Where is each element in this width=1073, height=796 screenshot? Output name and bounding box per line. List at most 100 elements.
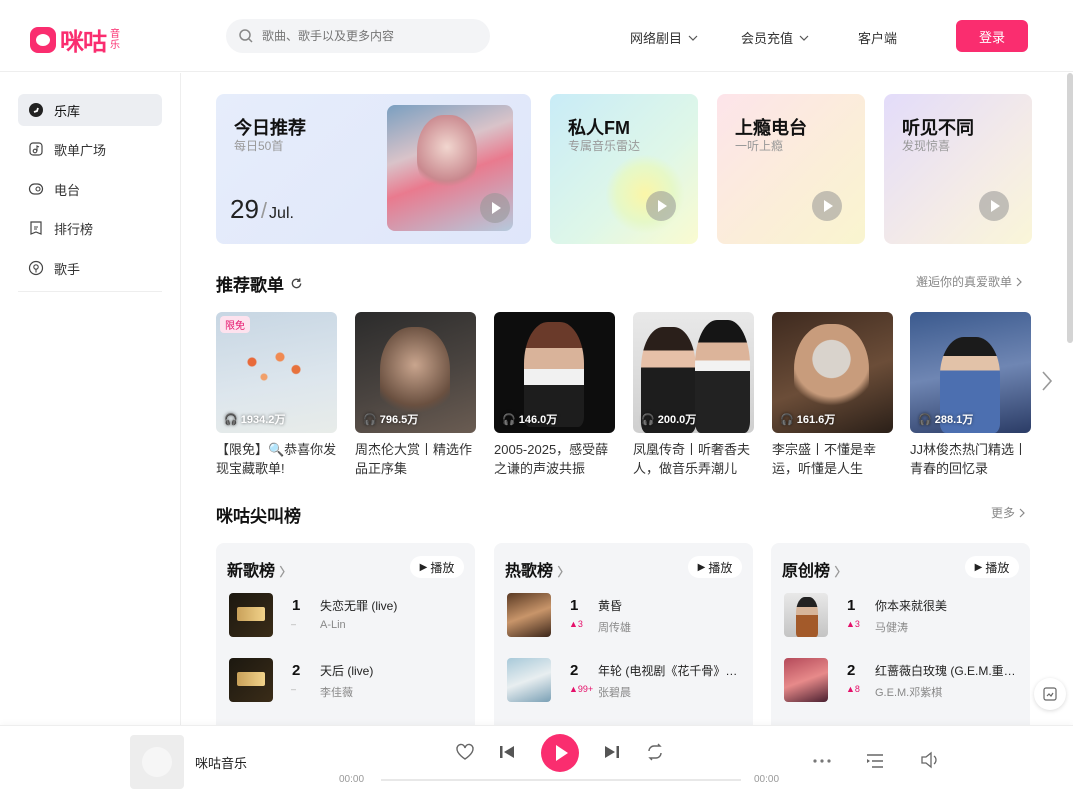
nav-membership[interactable]: 会员充值 [741, 28, 809, 47]
heart-icon[interactable] [455, 743, 475, 761]
chart-song-row[interactable]: 1 ▲3 你本来就很美 马健涛 [784, 593, 1024, 637]
playlist-card[interactable]: 🎧 161.6万 李宗盛丨不懂是幸运，听懂是人生 [772, 312, 893, 478]
song-artist[interactable]: 周传雄 [598, 619, 631, 635]
play-icon[interactable] [480, 193, 510, 223]
playlist-card[interactable]: 🎧 796.5万 周杰伦大赏丨精选作品正序集 [355, 312, 476, 478]
sidebar-item-library[interactable]: 乐库 [18, 94, 162, 126]
daily-recommend-card[interactable]: 今日推荐 每日50首 29 / Jul. [216, 94, 531, 244]
sidebar-item-radio[interactable]: 电台 [18, 173, 162, 205]
discover-card[interactable]: 听见不同 发现惊喜 [884, 94, 1032, 244]
search-box[interactable] [226, 19, 490, 53]
song-name[interactable]: 年轮 (电视剧《花千骨》… [598, 662, 748, 679]
song-name[interactable]: 失恋无罪 (live) [320, 597, 470, 614]
player-cover[interactable] [130, 735, 184, 789]
chart-song-row[interactable]: 1 ▲3 黄昏 周传雄 [507, 593, 747, 637]
song-artist[interactable]: 张碧晨 [598, 684, 631, 700]
logo[interactable]: 咪咕 音乐 [30, 22, 122, 57]
play-icon: ▶ [419, 561, 428, 573]
page-scrollbar[interactable] [1067, 73, 1073, 343]
playlist-name[interactable]: 李宗盛丨不懂是幸运，听懂是人生 [772, 440, 893, 478]
carousel-next-icon[interactable] [1040, 370, 1054, 392]
playlist-card[interactable]: 🎧 288.1万 JJ林俊杰热门精选丨青春的回忆录 [910, 312, 1031, 478]
playlists-more-link[interactable]: 邂逅你的真爱歌单 [916, 273, 1022, 290]
date-day: 29 [230, 194, 259, 224]
progress-bar[interactable] [381, 779, 741, 781]
playlist-name[interactable]: 凤凰传奇丨听奢香夫人，做音乐弄潮儿 [633, 440, 754, 478]
playlist-name[interactable]: 周杰伦大赏丨精选作品正序集 [355, 440, 476, 478]
playlist-queue-icon[interactable] [865, 753, 885, 769]
chevron-right-icon: 〉 [279, 565, 292, 579]
chevron-right-icon: 〉 [834, 565, 847, 579]
charts-section-title: 咪咕尖叫榜 [216, 507, 301, 526]
main-content: 今日推荐 每日50首 29 / Jul. 私人FM 专属音乐雷达 上瘾电台 一听… [181, 73, 1073, 725]
sidebar-item-charts[interactable]: 排行榜 [18, 212, 162, 244]
playlist-name[interactable]: JJ林俊杰热门精选丨青春的回忆录 [910, 440, 1031, 478]
trend-indicator: – [291, 619, 297, 629]
play-count-value: 161.6万 [796, 414, 836, 426]
chart-play-button[interactable]: ▶ 播放 [965, 556, 1019, 578]
song-artist[interactable]: 李佳薇 [320, 684, 353, 700]
play-icon[interactable] [646, 191, 676, 221]
chart-song-row[interactable]: 2 ▲99+ 年轮 (电视剧《花千骨》… 张碧晨 [507, 658, 747, 702]
private-fm-card[interactable]: 私人FM 专属音乐雷达 [550, 94, 698, 244]
addictive-radio-card[interactable]: 上瘾电台 一听上瘾 [717, 94, 865, 244]
song-name[interactable]: 天后 (live) [320, 662, 470, 679]
playlist-name[interactable]: 2005-2025，感受薛之谦的声波共振 [494, 440, 615, 478]
chart-title[interactable]: 原创榜 〉 [782, 557, 846, 581]
song-name[interactable]: 你本来就很美 [875, 597, 1025, 614]
chart-song-row[interactable]: 2 – 天后 (live) 李佳薇 [229, 658, 469, 702]
nav-network-drama[interactable]: 网络剧目 [630, 28, 698, 47]
play-count-value: 796.5万 [379, 414, 419, 426]
card-subtitle: 一听上瘾 [735, 139, 784, 153]
nav-label: 网络剧目 [630, 31, 683, 46]
play-icon[interactable] [812, 191, 842, 221]
headphone-icon: 🎧 [363, 414, 380, 426]
headphone-icon: 🎧 [780, 414, 797, 426]
previous-track-icon[interactable] [499, 745, 515, 759]
chart-play-button[interactable]: ▶ 播放 [410, 556, 464, 578]
song-cover [229, 593, 273, 637]
trend-indicator: ▲3 [846, 619, 860, 629]
chevron-down-icon [799, 35, 809, 41]
more-text: 邂逅你的真爱歌单 [916, 275, 1013, 289]
playlist-name[interactable]: 【限免】🔍恭喜你发现宝藏歌单! [216, 440, 337, 478]
song-artist[interactable]: G.E.M.邓紫棋 [875, 684, 942, 700]
radio-icon [28, 183, 44, 195]
play-pause-button[interactable] [541, 734, 579, 772]
playlist-card[interactable]: 🎧 200.0万 凤凰传奇丨听奢香夫人，做音乐弄潮儿 [633, 312, 754, 478]
playlist-card[interactable]: 🎧 146.0万 2005-2025，感受薛之谦的声波共振 [494, 312, 615, 478]
more-options-icon[interactable] [813, 759, 831, 763]
play-icon[interactable] [979, 191, 1009, 221]
sidebar-item-playlists[interactable]: 歌单广场 [18, 133, 162, 165]
feedback-button[interactable] [1034, 678, 1066, 710]
song-name[interactable]: 红蔷薇白玫瑰 (G.E.M.重… [875, 662, 1025, 679]
chart-title[interactable]: 新歌榜 〉 [227, 557, 291, 581]
play-count: 🎧 146.0万 [502, 411, 557, 427]
chart-play-button[interactable]: ▶ 播放 [688, 556, 742, 578]
playlist-card[interactable]: 限免 🎧 1934.2万 【限免】🔍恭喜你发现宝藏歌单! [216, 312, 337, 478]
charts-more-link[interactable]: 更多 [991, 504, 1025, 521]
next-track-icon[interactable] [604, 745, 620, 759]
chart-rank-icon [30, 221, 42, 235]
nav-client[interactable]: 客户端 [858, 28, 897, 47]
trend-indicator: ▲99+ [569, 684, 594, 694]
original-songs-chart: 原创榜 〉 ▶ 播放 1 ▲3 你本来就很美 马健涛 2 ▲8 红蔷薇白玫瑰 (G… [771, 543, 1030, 725]
play-icon: ▶ [974, 561, 983, 573]
login-button[interactable]: 登录 [956, 20, 1028, 52]
play-count: 🎧 1934.2万 [224, 411, 285, 427]
refresh-icon[interactable] [290, 277, 303, 290]
chart-song-row[interactable]: 2 ▲8 红蔷薇白玫瑰 (G.E.M.重… G.E.M.邓紫棋 [784, 658, 1024, 702]
search-input[interactable] [262, 29, 482, 43]
chart-song-row[interactable]: 1 – 失恋无罪 (live) A-Lin [229, 593, 469, 637]
sidebar-item-singers[interactable]: 歌手 [18, 252, 162, 284]
nav-label: 客户端 [858, 31, 898, 46]
sidebar-item-label: 排行榜 [54, 221, 94, 237]
song-name[interactable]: 黄昏 [598, 597, 748, 614]
volume-icon[interactable] [920, 751, 940, 769]
playlist-cover: 🎧 161.6万 [772, 312, 893, 433]
more-text: 更多 [991, 506, 1016, 520]
chart-title[interactable]: 热歌榜 〉 [505, 557, 569, 581]
song-artist[interactable]: A-Lin [320, 619, 346, 631]
repeat-icon[interactable] [645, 743, 665, 761]
song-artist[interactable]: 马健涛 [875, 619, 908, 635]
